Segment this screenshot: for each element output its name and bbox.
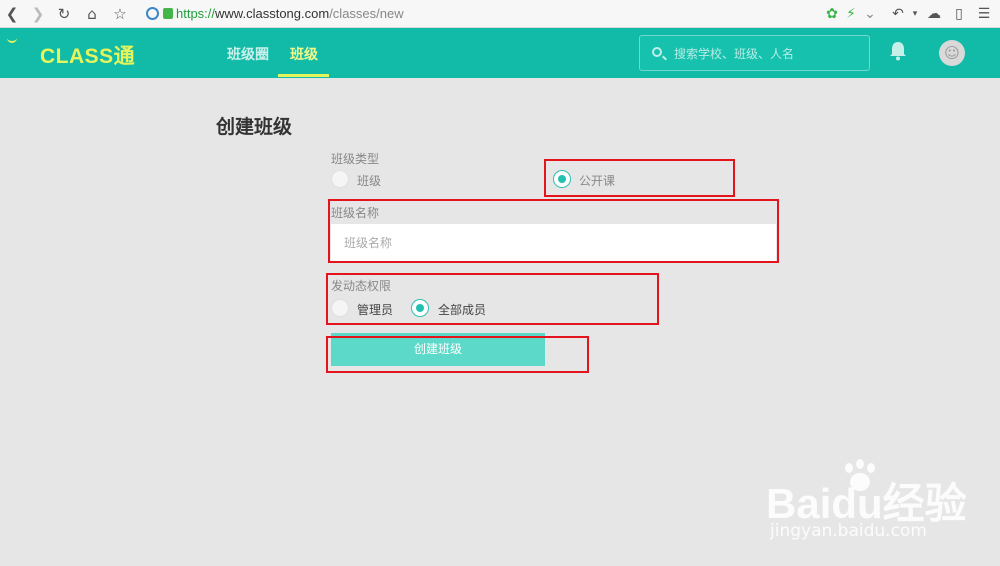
address-bar[interactable]: https://www.classtong.com/classes/new [142,3,880,25]
watermark-url: jingyan.baidu.com [770,521,927,541]
search-box[interactable]: 搜索学校、班级、人名 [639,35,870,71]
globe-icon [146,7,159,20]
user-avatar[interactable]: ☺ [939,40,965,66]
tab-class-circle[interactable]: 班级圈 [227,44,269,64]
home-icon[interactable]: ⌂ [82,4,102,24]
back-icon[interactable]: ❮ [2,4,22,24]
dropdown-chevron-icon[interactable]: ⌄ [861,4,879,24]
notification-bell-icon[interactable] [889,41,907,61]
url-text: https://www.classtong.com/classes/new [176,6,404,21]
forward-icon[interactable]: ❯ [28,4,48,24]
highlight-box-type [544,159,735,197]
brand-mark-icon [7,37,17,43]
extension-icon[interactable]: ✿ [823,4,841,24]
tab-classes[interactable]: 班级 [290,44,318,64]
page-title: 创建班级 [216,116,293,138]
highlight-box-name [328,199,779,263]
search-icon [652,47,662,57]
highlight-box-permission [326,273,659,325]
undo-icon[interactable]: ↶ [889,4,907,24]
class-type-label: 班级类型 [331,152,380,166]
brand-logo[interactable]: CLASS通 [40,40,135,70]
app-header: CLASS通 班级圈 班级 搜索学校、班级、人名 ☺ [0,28,1000,78]
menu-icon[interactable]: ☰ [975,4,993,24]
cloud-icon[interactable]: ☁ [925,4,943,24]
search-input[interactable]: 搜索学校、班级、人名 [674,45,794,62]
radio-type-class[interactable] [331,170,349,188]
undo-menu-icon[interactable]: ▾ [906,4,924,24]
active-tab-indicator [278,74,329,77]
lightning-icon[interactable]: ⚡ [842,4,860,24]
mobile-icon[interactable]: ▯ [950,4,968,24]
option-class-label[interactable]: 班级 [357,172,381,189]
browser-toolbar: ❮ ❯ ↻ ⌂ ☆ https://www.classtong.com/clas… [0,0,1000,28]
bookmark-star-icon[interactable]: ☆ [110,4,130,24]
highlight-box-submit [326,336,589,373]
lock-icon [163,8,173,19]
reload-icon[interactable]: ↻ [54,4,74,24]
